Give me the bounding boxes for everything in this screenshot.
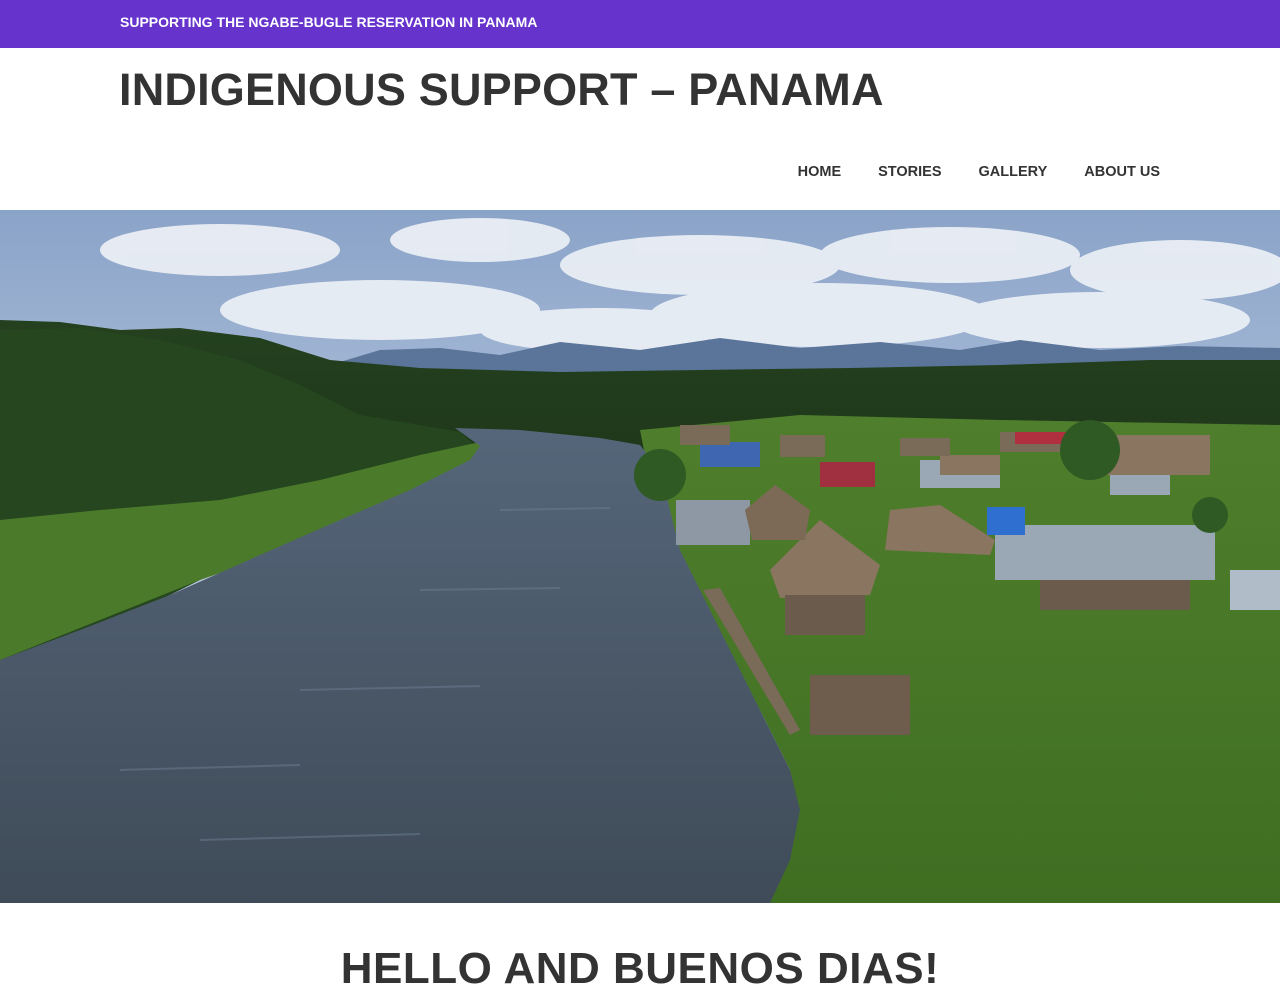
nav-item-about-us[interactable]: ABOUT US <box>1084 164 1160 180</box>
hero-landscape-illustration <box>0 210 1280 903</box>
nav-item-gallery[interactable]: GALLERY <box>979 164 1048 180</box>
top-bar: SUPPORTING THE NGABE-BUGLE RESERVATION I… <box>0 0 1280 48</box>
site-title-link[interactable]: INDIGENOUS SUPPORT – PANAMA <box>119 64 884 116</box>
nav-item-stories[interactable]: STORIES <box>878 164 941 180</box>
hero-image <box>0 210 1280 903</box>
welcome-heading: HELLO AND BUENOS DIAS! <box>340 944 940 993</box>
site-tagline: SUPPORTING THE NGABE-BUGLE RESERVATION I… <box>120 14 538 30</box>
nav-item-home[interactable]: HOME <box>798 164 842 180</box>
main-navigation: HOME STORIES GALLERY ABOUT US <box>798 164 1160 180</box>
